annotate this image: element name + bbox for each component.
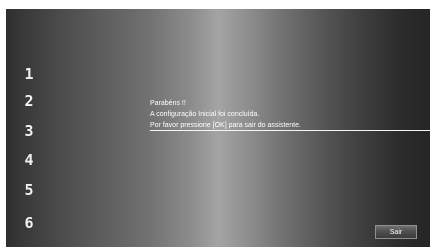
completion-message: Parabéns !! A configuração Inicial foi c… xyxy=(150,98,301,131)
setup-wizard-screen: 1 2 3 4 5 6 Parabéns !! A configuração I… xyxy=(6,9,430,247)
completion-message-line-2: A configuração Inicial foi concluída. xyxy=(150,111,260,118)
setup-step-1: 1 xyxy=(24,65,34,83)
completion-message-line-1: Parabéns !! xyxy=(150,100,186,107)
setup-step-2: 2 xyxy=(24,92,34,110)
setup-step-4: 4 xyxy=(24,151,34,169)
setup-step-3: 3 xyxy=(24,122,34,140)
setup-step-list: 1 2 3 4 5 6 xyxy=(6,9,46,247)
setup-step-5: 5 xyxy=(24,181,34,199)
setup-step-6: 6 xyxy=(24,214,34,232)
message-divider xyxy=(150,130,430,131)
exit-button[interactable]: Sair xyxy=(375,225,417,239)
